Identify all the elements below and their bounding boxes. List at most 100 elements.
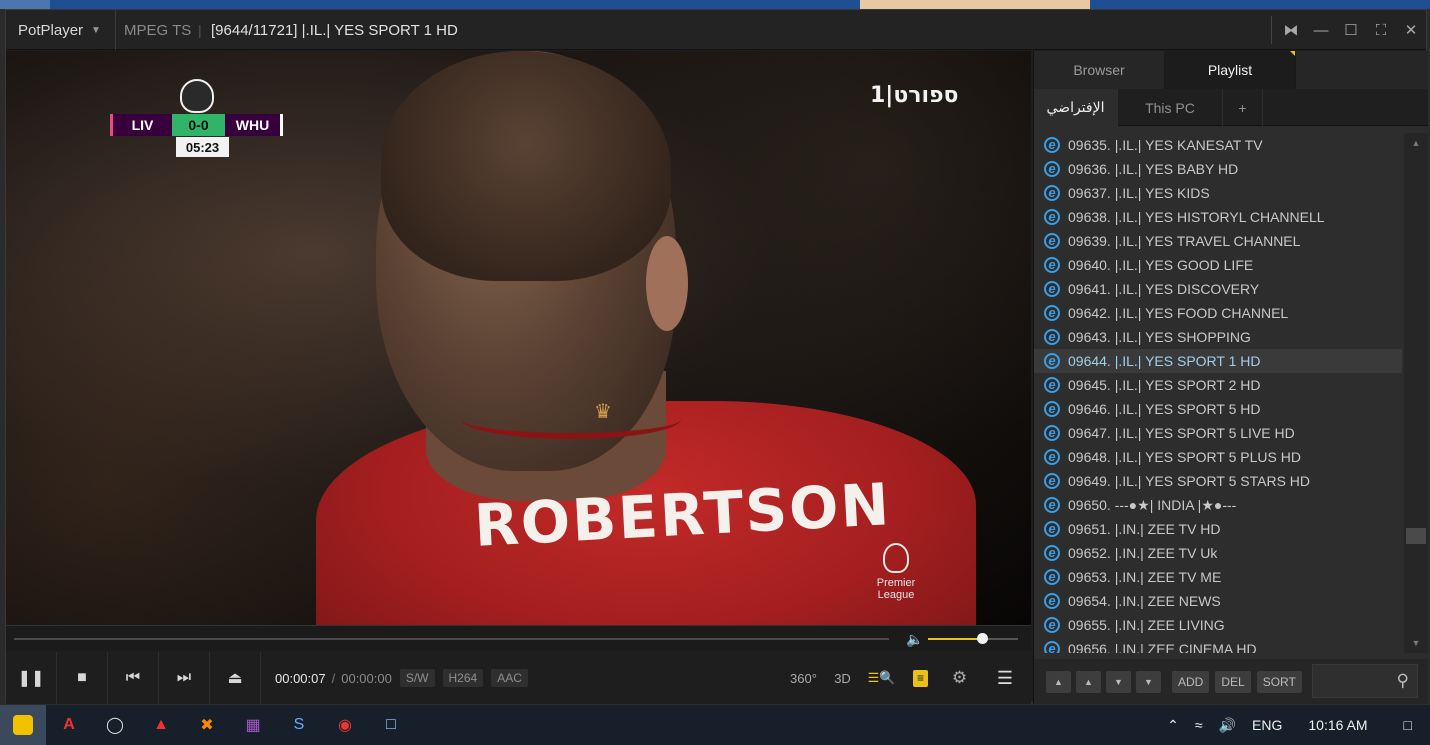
vr-360-button[interactable]: 360° xyxy=(784,652,823,704)
tab-playlist[interactable]: Playlist xyxy=(1165,51,1296,89)
playlist-item[interactable]: e 09654. |.IN.| ZEE NEWS xyxy=(1034,589,1402,613)
playlist-item[interactable]: e 09652. |.IN.| ZEE TV Uk xyxy=(1034,541,1402,565)
next-icon: ⏭ xyxy=(176,669,192,686)
playlist-item[interactable]: e 09635. |.IL.| YES KANESAT TV xyxy=(1034,133,1402,157)
playlist-item[interactable]: e 09641. |.IL.| YES DISCOVERY xyxy=(1034,277,1402,301)
scroll-up-icon[interactable]: ▲ xyxy=(1404,133,1428,153)
playlist-item[interactable]: e 09639. |.IL.| YES TRAVEL CHANNEL xyxy=(1034,229,1402,253)
close-button[interactable]: ✕ xyxy=(1396,10,1426,50)
move-bottom-button[interactable]: ▼ xyxy=(1136,670,1161,693)
next-button[interactable]: ⏭ xyxy=(159,652,210,704)
menu-button[interactable]: ☰ xyxy=(979,652,1031,704)
shirt-collar xyxy=(461,399,681,439)
playlist-item[interactable]: e 09648. |.IL.| YES SPORT 5 PLUS HD xyxy=(1034,445,1402,469)
tray-chevron-up-icon[interactable]: ⌃ xyxy=(1159,717,1187,734)
volume-slider[interactable] xyxy=(928,633,1018,644)
previous-button[interactable]: ⏮ xyxy=(108,652,159,704)
playlist-item[interactable]: e 09655. |.IN.| ZEE LIVING xyxy=(1034,613,1402,637)
app-menu-button[interactable]: PotPlayer ▼ xyxy=(6,10,116,50)
taskbar-acrobat-icon[interactable]: A xyxy=(46,705,92,745)
add-button[interactable]: ADD xyxy=(1172,670,1210,693)
ie-stream-icon: e xyxy=(1044,161,1060,177)
taskbar-gamepad-icon[interactable]: ◯ xyxy=(92,705,138,745)
maximize-button[interactable]: ☐ xyxy=(1336,10,1366,50)
wifi-icon[interactable]: ≈ xyxy=(1187,717,1211,733)
sort-button[interactable]: SORT xyxy=(1256,670,1302,693)
playlist-item[interactable]: e 09647. |.IL.| YES SPORT 5 LIVE HD xyxy=(1034,421,1402,445)
pin-icon[interactable]: ⧓ xyxy=(1276,10,1306,50)
ie-stream-icon: e xyxy=(1044,305,1060,321)
eject-button[interactable]: ⏏ xyxy=(210,652,261,704)
playlist-item[interactable]: e 09646. |.IL.| YES SPORT 5 HD xyxy=(1034,397,1402,421)
scroll-down-icon[interactable]: ▼ xyxy=(1404,633,1428,653)
playlist-item[interactable]: e 09645. |.IL.| YES SPORT 2 HD xyxy=(1034,373,1402,397)
playlist-item[interactable]: e 09642. |.IL.| YES FOOD CHANNEL xyxy=(1034,301,1402,325)
settings-button[interactable]: ⚙ xyxy=(940,652,979,704)
taskbar-notes-icon[interactable]: □ xyxy=(368,705,414,745)
league-lion-icon xyxy=(180,79,214,113)
playlist-scrollbar[interactable]: ▲ ▼ xyxy=(1404,133,1428,653)
playlist-toolbar: ▲ ▲ ▼ ▼ ADD DEL SORT ⚲ xyxy=(1034,659,1428,704)
playlist-search-field[interactable]: ⚲ xyxy=(1312,664,1418,698)
notification-icon[interactable]: □ xyxy=(1386,717,1430,733)
total-time: 00:00:00 xyxy=(341,670,392,686)
ie-stream-icon: e xyxy=(1044,593,1060,609)
ie-stream-icon: e xyxy=(1044,281,1060,297)
playlist-item[interactable]: e 09636. |.IL.| YES BABY HD xyxy=(1034,157,1402,181)
tab-browser[interactable]: Browser xyxy=(1034,51,1165,89)
subtab-this-pc[interactable]: This PC xyxy=(1118,89,1223,126)
language-indicator[interactable]: ENG xyxy=(1244,717,1290,733)
taskbar-app-x-icon[interactable]: ✖ xyxy=(184,705,230,745)
playlist-item[interactable]: e 09637. |.IL.| YES KIDS xyxy=(1034,181,1402,205)
pause-button[interactable]: ❚❚ xyxy=(6,652,57,704)
playlist-item[interactable]: e 09649. |.IL.| YES SPORT 5 STARS HD xyxy=(1034,469,1402,493)
playlist-item-label: 09639. |.IL.| YES TRAVEL CHANNEL xyxy=(1068,233,1301,249)
stop-icon: ■ xyxy=(77,669,87,686)
move-top-button[interactable]: ▲ xyxy=(1046,670,1071,693)
subtitle-button[interactable]: ≡ xyxy=(901,652,940,704)
move-top-icon: ▲ xyxy=(1054,676,1063,687)
move-down-button[interactable]: ▼ xyxy=(1106,670,1131,693)
ie-stream-icon: e xyxy=(1044,233,1060,249)
taskbar-grid-app-icon[interactable]: ▦ xyxy=(230,705,276,745)
playlist-item[interactable]: e 09650. ---●★| INDIA |★●--- xyxy=(1034,493,1402,517)
playlist-item-label: 09636. |.IL.| YES BABY HD xyxy=(1068,161,1239,177)
playlist-item[interactable]: e 09644. |.IL.| YES SPORT 1 HD xyxy=(1034,349,1402,373)
seek-row: 🔈 xyxy=(6,625,1031,651)
seek-bar[interactable] xyxy=(14,638,889,640)
scroll-thumb[interactable] xyxy=(1406,528,1426,544)
playlist-item[interactable]: e 09651. |.IN.| ZEE TV HD xyxy=(1034,517,1402,541)
speaker-icon[interactable]: 🔊 xyxy=(1211,717,1244,734)
taskbar-clock[interactable]: 10:16 AM xyxy=(1290,717,1385,733)
add-subtab-button[interactable]: + xyxy=(1223,89,1263,126)
search-icon: ⚲ xyxy=(1396,671,1409,690)
fullscreen-button[interactable]: ⛶ xyxy=(1366,10,1396,50)
3d-button[interactable]: 3D xyxy=(823,652,862,704)
volume-knob[interactable] xyxy=(977,633,988,644)
delete-button[interactable]: DEL xyxy=(1215,670,1251,693)
volume-icon[interactable]: 🔈 xyxy=(906,631,923,648)
playlist-search-button[interactable]: ☰🔍 xyxy=(862,652,901,704)
taskbar-potplayer-icon[interactable] xyxy=(0,705,46,745)
playlist-item[interactable]: e 09638. |.IL.| YES HISTORYL CHANNELL xyxy=(1034,205,1402,229)
sw-tag[interactable]: S/W xyxy=(399,669,435,687)
stop-button[interactable]: ■ xyxy=(57,652,108,704)
playlist-item-label: 09656. |.IN.| ZEE CINEMA HD xyxy=(1068,641,1257,653)
subtab-default[interactable]: الإفتراضي xyxy=(1034,89,1118,126)
taskbar-game-icon[interactable]: ◉ xyxy=(322,705,368,745)
playlist-item[interactable]: e 09640. |.IL.| YES GOOD LIFE xyxy=(1034,253,1402,277)
ie-stream-icon: e xyxy=(1044,497,1060,513)
minimize-button[interactable]: — xyxy=(1306,10,1336,50)
ie-stream-icon: e xyxy=(1044,473,1060,489)
playlist-item[interactable]: e 09653. |.IN.| ZEE TV ME xyxy=(1034,565,1402,589)
taskbar-s-app-icon[interactable]: S xyxy=(276,705,322,745)
video-area[interactable]: ♛ ROBERTSON Premier League 1|ספורט LIV 0… xyxy=(6,51,1031,625)
codec-tag[interactable]: H264 xyxy=(442,669,484,687)
move-up-button[interactable]: ▲ xyxy=(1076,670,1101,693)
playlist-item[interactable]: e 09643. |.IL.| YES SHOPPING xyxy=(1034,325,1402,349)
ie-stream-icon: e xyxy=(1044,545,1060,561)
taskbar-autocad-icon[interactable]: ▲ xyxy=(138,705,184,745)
playlist-item[interactable]: e 09656. |.IN.| ZEE CINEMA HD xyxy=(1034,637,1402,653)
subtitle-icon: ≡ xyxy=(913,669,928,687)
audio-tag[interactable]: AAC xyxy=(491,669,528,687)
